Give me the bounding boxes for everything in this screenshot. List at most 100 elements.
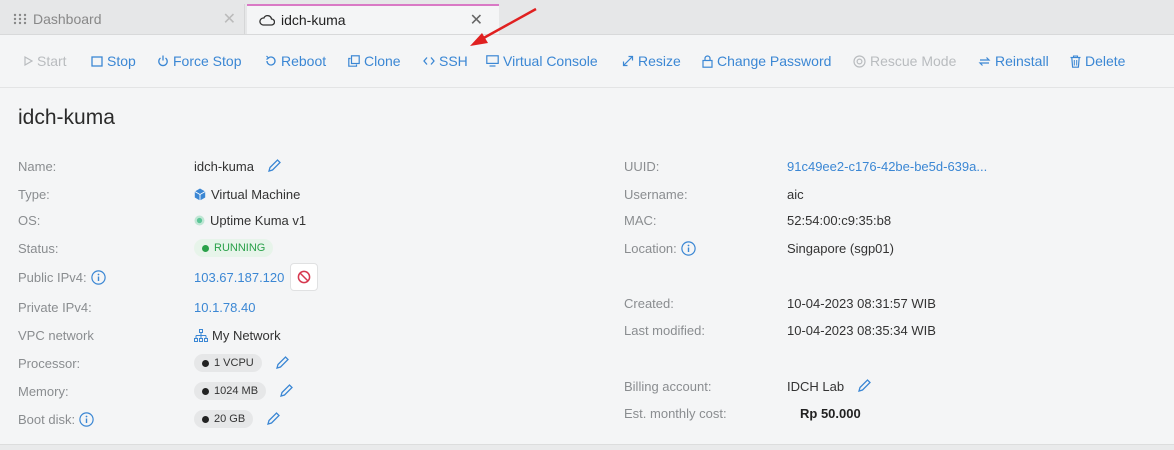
page-title: idch-kuma xyxy=(18,106,115,129)
os-logo-icon xyxy=(194,215,205,226)
force-stop-button[interactable]: Force Stop xyxy=(157,53,241,69)
cost-label-row: Est. monthly cost: xyxy=(624,403,727,423)
private-ipv4-value[interactable]: 10.1.78.40 xyxy=(194,300,255,315)
rescue-mode-button[interactable]: Rescue Mode xyxy=(853,53,956,69)
memory-label-row: Memory: xyxy=(18,381,69,401)
clone-button[interactable]: Clone xyxy=(348,53,401,69)
resize-arrows-icon xyxy=(622,55,634,67)
edit-memory-pencil-icon[interactable] xyxy=(278,383,294,399)
tab-dashboard[interactable]: Dashboard ✕ xyxy=(5,4,245,34)
stop-label: Stop xyxy=(107,53,136,69)
status-label: Status: xyxy=(18,240,59,256)
public-ipv4-label-row: Public IPv4: xyxy=(18,267,106,287)
reinstall-label: Reinstall xyxy=(995,53,1049,69)
change-password-label: Change Password xyxy=(717,53,832,69)
os-label: OS: xyxy=(18,212,41,228)
os-label-row: OS: xyxy=(18,210,40,230)
mac-value: 52:54:00:c9:35:b8 xyxy=(787,212,892,228)
public-ipv4-label: Public IPv4: xyxy=(18,269,87,285)
stop-icon xyxy=(91,55,103,67)
close-tab-icon[interactable]: ✕ xyxy=(223,9,236,29)
type-value: Virtual Machine xyxy=(211,186,301,202)
uuid-label: UUID: xyxy=(624,158,660,174)
username-value-row: aic xyxy=(787,184,804,204)
tab-idch-kuma-label: idch-kuma xyxy=(281,12,346,28)
virtual-console-label: Virtual Console xyxy=(503,53,598,69)
boot-disk-value: 20 GB xyxy=(214,413,246,425)
pill-dot-icon xyxy=(202,387,209,395)
cloud-icon xyxy=(259,14,275,26)
monitor-icon xyxy=(486,55,499,67)
uuid-value-row: 91c49ee2-c176-42be-be5d-639a... xyxy=(787,156,987,176)
uuid-value[interactable]: 91c49ee2-c176-42be-be5d-639a... xyxy=(787,159,987,174)
start-label: Start xyxy=(37,53,67,69)
name-value: idch-kuma xyxy=(194,158,254,174)
lifebuoy-icon xyxy=(853,54,866,68)
modified-value-row: 10-04-2023 08:35:34 WIB xyxy=(787,320,936,340)
created-value-row: 10-04-2023 08:31:57 WIB xyxy=(787,293,936,313)
private-ipv4-value-row: 10.1.78.40 xyxy=(194,297,255,317)
panel-bottom-border xyxy=(0,444,1174,450)
code-brackets-icon xyxy=(423,56,435,66)
info-icon[interactable] xyxy=(681,240,696,256)
ssh-button[interactable]: SSH xyxy=(423,53,468,69)
resize-button[interactable]: Resize xyxy=(622,53,681,69)
modified-label-row: Last modified: xyxy=(624,320,705,340)
reboot-button[interactable]: Reboot xyxy=(265,53,326,69)
edit-name-pencil-icon[interactable] xyxy=(266,158,282,174)
created-label-row: Created: xyxy=(624,293,674,313)
reinstall-button[interactable]: Reinstall xyxy=(978,53,1049,69)
billing-value-row: IDCH Lab xyxy=(787,376,872,396)
info-icon[interactable] xyxy=(79,411,94,427)
created-label: Created: xyxy=(624,295,674,311)
cost-value: Rp 50.000 xyxy=(800,405,861,421)
change-password-button[interactable]: Change Password xyxy=(702,53,831,69)
status-value: RUNNING xyxy=(214,242,266,254)
vpc-label-row: VPC network xyxy=(18,325,94,345)
start-button[interactable]: Start xyxy=(24,53,67,69)
type-label-row: Type: xyxy=(18,184,50,204)
memory-value: 1024 MB xyxy=(214,385,259,397)
swap-arrows-icon xyxy=(978,56,991,67)
delete-button[interactable]: Delete xyxy=(1070,53,1125,69)
network-icon xyxy=(194,328,208,342)
boot-disk-value-row: 20 GB xyxy=(194,409,281,429)
detach-ip-button[interactable] xyxy=(290,263,319,291)
billing-label: Billing account: xyxy=(624,378,712,394)
processor-pill: 1 VCPU xyxy=(194,354,262,372)
public-ipv4-value-row: 103.67.187.120 xyxy=(194,263,319,291)
edit-boot-disk-pencil-icon[interactable] xyxy=(265,411,281,427)
location-label-row: Location: xyxy=(624,238,696,258)
username-value: aic xyxy=(787,186,804,202)
private-ipv4-label-row: Private IPv4: xyxy=(18,297,92,317)
name-label-row: Name: xyxy=(18,156,56,176)
memory-value-row: 1024 MB xyxy=(194,381,294,401)
status-badge: RUNNING xyxy=(194,239,274,257)
edit-processor-pencil-icon[interactable] xyxy=(274,355,290,371)
processor-value: 1 VCPU xyxy=(214,357,254,369)
virtual-console-button[interactable]: Virtual Console xyxy=(486,53,598,69)
boot-disk-label-row: Boot disk: xyxy=(18,409,94,429)
name-label: Name: xyxy=(18,158,57,174)
info-icon[interactable] xyxy=(90,269,106,285)
vpc-value-row: My Network xyxy=(194,325,281,345)
grid-dots-icon xyxy=(13,13,27,25)
delete-label: Delete xyxy=(1085,53,1126,69)
private-ipv4-label: Private IPv4: xyxy=(18,299,92,315)
location-value: Singapore (sgp01) xyxy=(787,240,894,256)
billing-label-row: Billing account: xyxy=(624,376,711,396)
vpc-value[interactable]: My Network xyxy=(212,328,281,343)
force-stop-label: Force Stop xyxy=(173,53,242,69)
type-label: Type: xyxy=(18,186,50,202)
edit-billing-pencil-icon[interactable] xyxy=(856,378,872,394)
modified-label: Last modified: xyxy=(624,322,705,338)
ban-icon xyxy=(297,270,311,284)
public-ipv4-value[interactable]: 103.67.187.120 xyxy=(194,270,284,285)
ssh-label: SSH xyxy=(439,53,468,69)
stop-button[interactable]: Stop xyxy=(91,53,136,69)
vpc-label: VPC network xyxy=(18,327,94,343)
memory-pill: 1024 MB xyxy=(194,382,267,400)
play-icon xyxy=(24,56,33,66)
mac-label-row: MAC: xyxy=(624,210,657,230)
type-value-row: Virtual Machine xyxy=(194,184,300,204)
